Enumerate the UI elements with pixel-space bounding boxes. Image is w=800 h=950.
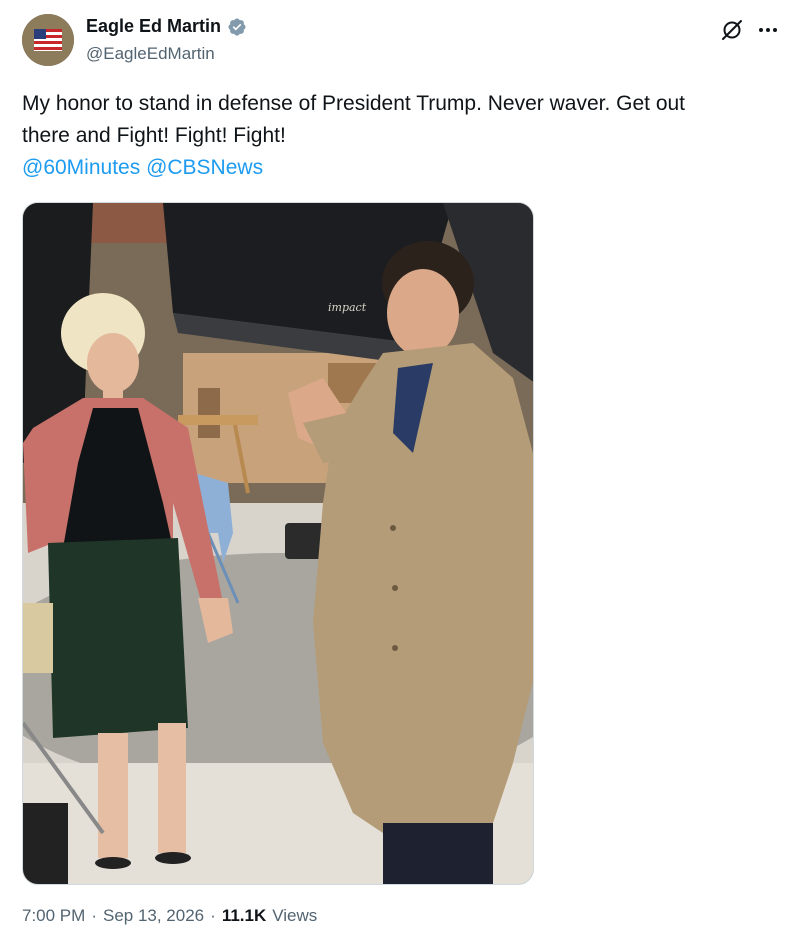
photo-text: impact [328, 301, 367, 314]
author-avatar[interactable] [22, 14, 74, 66]
meta-separator: · [91, 906, 97, 925]
tweet-text-line-2: there and Fight! Fight! Fight! [22, 124, 286, 147]
tweet-time[interactable]: 7:00 PM [22, 906, 85, 926]
tweet-text-line-1: My honor to stand in defense of Presiden… [22, 92, 686, 115]
flag-avatar-icon [22, 14, 74, 66]
verified-badge-icon[interactable] [227, 17, 247, 37]
more-options-icon[interactable] [756, 18, 780, 42]
mention-60minutes[interactable]: @60Minutes [22, 156, 140, 179]
tweet-photo[interactable]: impact [22, 202, 534, 885]
views-count: 11.1K [221, 906, 267, 925]
grok-icon[interactable] [720, 18, 744, 42]
author-handle[interactable]: @EagleEdMartin [86, 44, 215, 64]
tweet-text: My honor to stand in defense of Presiden… [22, 88, 782, 184]
meta-separator: · [210, 906, 216, 925]
views-label: Views [272, 906, 318, 925]
tweet-meta: 7:00 PM · Sep 13, 2026 · 11.1K Views [22, 906, 317, 926]
tweet-header: Eagle Ed Martin @EagleEdMartin [22, 14, 782, 70]
author-name-row: Eagle Ed Martin [86, 16, 247, 37]
tweet-mentions: @60Minutes @CBSNews [22, 152, 782, 184]
mention-cbsnews[interactable]: @CBSNews [146, 156, 263, 179]
studio-photo: impact [23, 203, 533, 884]
tweet-date[interactable]: Sep 13, 2026 [103, 906, 204, 926]
author-display-name[interactable]: Eagle Ed Martin [86, 16, 221, 37]
